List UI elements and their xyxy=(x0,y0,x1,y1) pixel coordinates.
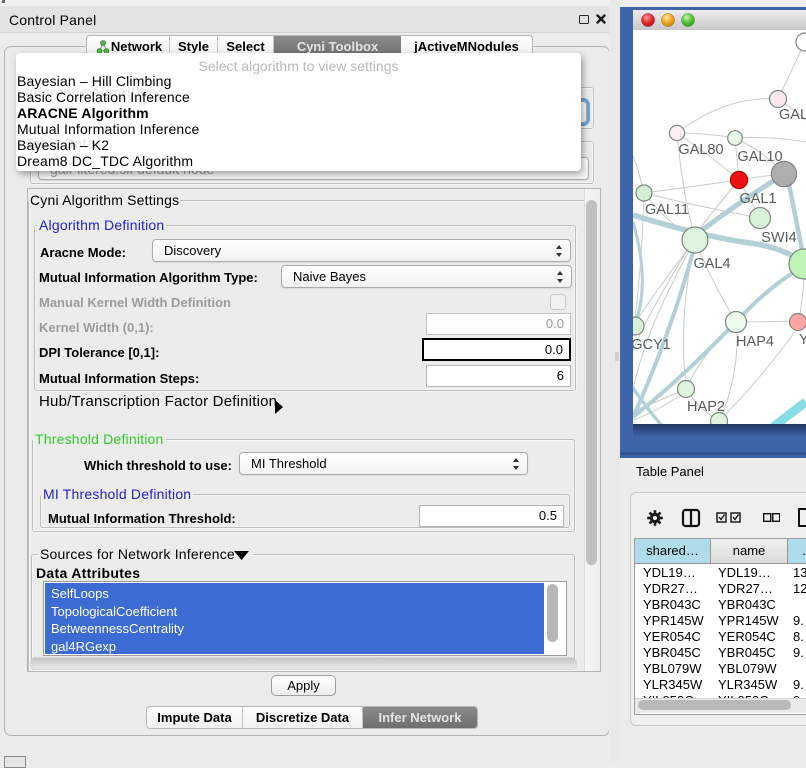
svg-text:GAL4: GAL4 xyxy=(693,256,730,272)
svg-text:GCY1: GCY1 xyxy=(633,337,671,353)
svg-text:GAL1: GAL1 xyxy=(739,191,776,207)
svg-text:GAL10: GAL10 xyxy=(737,149,782,165)
svg-text:SWI4: SWI4 xyxy=(761,230,796,246)
svg-text:HAP4: HAP4 xyxy=(736,334,774,350)
svg-text:HAP2: HAP2 xyxy=(687,399,725,415)
svg-text:Y: Y xyxy=(799,332,806,348)
svg-text:GAL: GAL xyxy=(779,107,806,123)
svg-text:GAL11: GAL11 xyxy=(645,202,689,218)
svg-text:GAL80: GAL80 xyxy=(678,142,723,158)
